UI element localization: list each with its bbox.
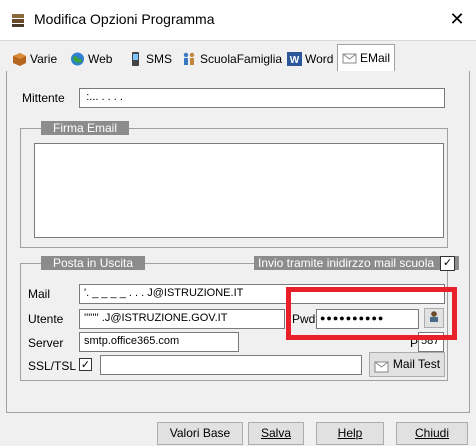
help-button[interactable]: Help — [316, 422, 384, 445]
ssl-checkbox[interactable]: ✓ — [79, 358, 92, 371]
tab-varie-label: Varie — [30, 51, 58, 66]
mittente-input[interactable]: :... . . . . — [79, 88, 445, 108]
invio-scuola-option[interactable]: Invio tramite inidirzzo mail scuola ✓ — [254, 255, 460, 271]
password-highlight-box — [286, 287, 457, 340]
app-icon — [10, 12, 26, 28]
firma-email-textarea[interactable] — [34, 143, 444, 238]
mail-test-button[interactable]: Mail Test — [369, 352, 445, 377]
salva-button[interactable]: Salva — [248, 422, 304, 445]
globe-icon — [70, 52, 85, 66]
chiudi-label: Chiudi — [414, 426, 450, 440]
posta-uscita-title: Posta in Uscita — [41, 256, 146, 270]
window-title: Modifica Opzioni Programma — [34, 11, 215, 27]
utente-label: Utente — [28, 312, 64, 326]
salva-label: Salva — [260, 426, 292, 440]
mittente-label: Mittente — [22, 91, 65, 105]
tab-scuolafamiglia-label: ScuolaFamiglia — [200, 51, 283, 66]
tab-word[interactable]: W Word — [283, 46, 337, 71]
word-icon: W — [287, 51, 302, 66]
family-icon — [182, 52, 197, 66]
tab-web-label: Web — [88, 51, 113, 66]
tab-email-label: EMail — [360, 51, 391, 65]
close-button[interactable]: ✕ — [444, 6, 470, 32]
invio-scuola-checkbox[interactable]: ✓ — [440, 255, 456, 271]
mail-test-icon — [374, 359, 389, 372]
tab-varie[interactable]: Varie — [8, 46, 61, 71]
tab-word-label: Word — [305, 51, 334, 66]
tab-sms-label: SMS — [146, 51, 173, 66]
valori-base-button[interactable]: Valori Base — [157, 422, 243, 445]
ssl-label: SSL/TSL — [28, 359, 77, 373]
mail-icon — [342, 51, 357, 65]
tab-scuolafamiglia[interactable]: ScuolaFamiglia — [178, 46, 286, 71]
utente-input[interactable]: ''''''' .J@ISTRUZIONE.GOV.IT — [79, 309, 285, 329]
server-label: Server — [28, 336, 64, 350]
mail-label: Mail — [28, 287, 51, 301]
mail-test-recipient-input[interactable] — [100, 355, 362, 375]
invio-scuola-label: Invio tramite inidirzzo mail scuola — [258, 256, 435, 270]
chiudi-button[interactable]: Chiudi — [396, 422, 468, 445]
mail-test-label: Mail Test — [392, 357, 441, 371]
tab-web[interactable]: Web — [66, 46, 116, 71]
tab-sms[interactable]: SMS — [124, 46, 176, 71]
server-input[interactable]: smtp.office365.com — [79, 332, 239, 352]
box-icon — [12, 52, 27, 66]
tab-email[interactable]: EMail — [337, 44, 395, 71]
svg-text:W: W — [290, 55, 300, 66]
help-label: Help — [337, 426, 363, 440]
firma-email-title: Firma Email — [41, 121, 130, 135]
phone-icon — [128, 51, 143, 66]
valori-base-label: Valori Base — [169, 426, 231, 440]
